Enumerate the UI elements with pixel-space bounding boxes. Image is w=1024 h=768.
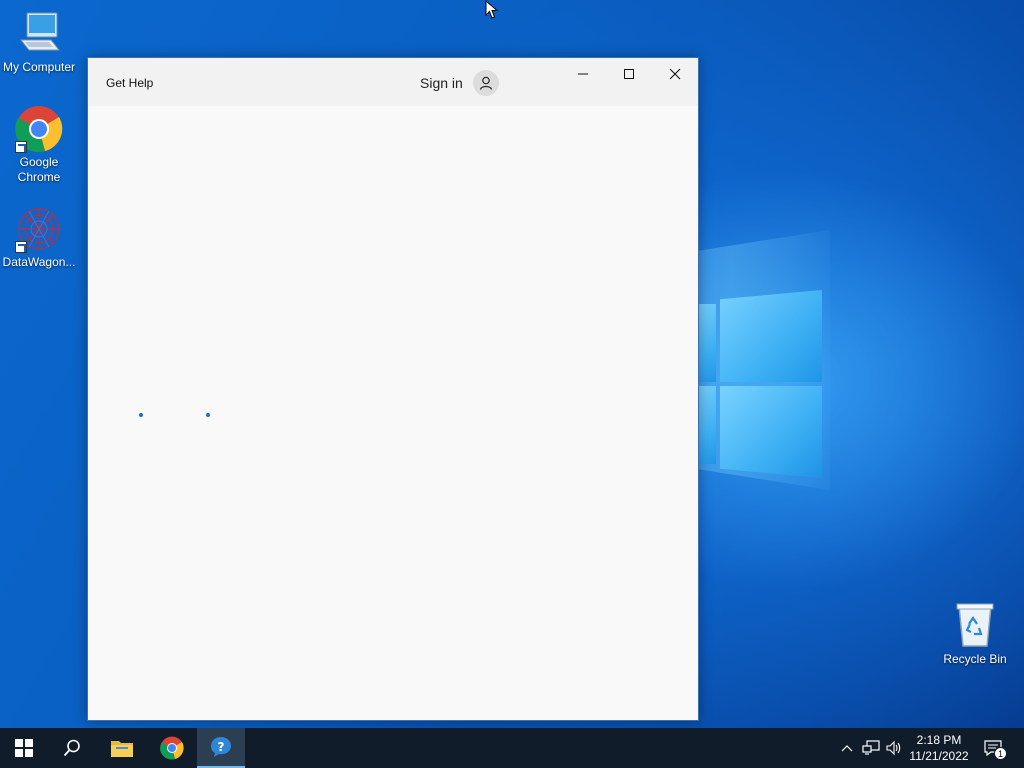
maximize-button[interactable] xyxy=(606,58,652,90)
window-content xyxy=(88,106,698,720)
computer-icon xyxy=(15,10,63,58)
start-button[interactable] xyxy=(0,728,48,768)
desktop-icon-recycle-bin[interactable]: Recycle Bin xyxy=(936,602,1014,667)
close-button[interactable] xyxy=(652,58,698,90)
loading-dot xyxy=(206,413,210,417)
get-help-window: Get Help Sign in xyxy=(87,57,699,721)
chrome-icon xyxy=(160,736,184,760)
chevron-up-icon xyxy=(841,745,853,752)
taskbar: ? 2:18 PM 11/21/2022 1 xyxy=(0,728,1024,768)
action-center-button[interactable]: 1 xyxy=(980,728,1007,768)
user-icon xyxy=(472,70,499,96)
notification-count-badge: 1 xyxy=(994,747,1007,760)
search-button[interactable] xyxy=(48,728,96,768)
chrome-icon xyxy=(15,105,63,153)
get-help-taskbar-button[interactable]: ? xyxy=(197,728,245,768)
desktop-icon-label: Google Chrome xyxy=(17,155,61,184)
recycle-bin-icon xyxy=(951,602,999,650)
desktop-icon-google-chrome[interactable]: Google Chrome xyxy=(0,105,78,185)
window-title: Get Help xyxy=(106,76,154,90)
volume-icon xyxy=(886,740,901,756)
maximize-icon xyxy=(624,69,634,79)
volume-tray-button[interactable] xyxy=(884,728,904,768)
taskbar-clock[interactable]: 2:18 PM 11/21/2022 xyxy=(902,732,976,764)
file-explorer-button[interactable] xyxy=(98,728,146,768)
minimize-icon xyxy=(578,73,588,75)
windows-start-icon xyxy=(15,739,33,757)
folder-icon xyxy=(111,741,133,757)
chrome-taskbar-button[interactable] xyxy=(148,728,196,768)
shortcut-arrow-icon xyxy=(15,241,27,253)
shortcut-arrow-icon xyxy=(15,141,27,153)
svg-text:?: ? xyxy=(218,740,225,754)
windows-logo-wallpaper xyxy=(698,288,824,482)
sign-in-button[interactable]: Sign in xyxy=(420,70,499,96)
minimize-button[interactable] xyxy=(560,58,606,90)
desktop-icon-label: My Computer xyxy=(2,60,76,74)
network-icon xyxy=(862,740,880,755)
show-hidden-icons-button[interactable] xyxy=(838,728,856,768)
desktop-icon-label: Recycle Bin xyxy=(943,652,1007,666)
sign-in-label: Sign in xyxy=(420,75,463,91)
desktop-icon-datawagon[interactable]: DataWagon... xyxy=(0,205,78,270)
search-icon xyxy=(63,739,80,757)
window-titlebar[interactable]: Get Help Sign in xyxy=(88,58,698,106)
desktop-icon-my-computer[interactable]: My Computer xyxy=(0,10,78,75)
mouse-pointer-icon xyxy=(485,0,499,19)
clock-date: 11/21/2022 xyxy=(909,749,969,763)
network-tray-button[interactable] xyxy=(860,728,882,768)
close-icon xyxy=(669,68,681,80)
datawagon-icon xyxy=(15,205,63,253)
get-help-icon: ? xyxy=(211,737,231,757)
desktop-icon-label: DataWagon... xyxy=(2,255,76,269)
loading-dot xyxy=(139,413,143,417)
clock-time: 2:18 PM xyxy=(916,733,962,747)
